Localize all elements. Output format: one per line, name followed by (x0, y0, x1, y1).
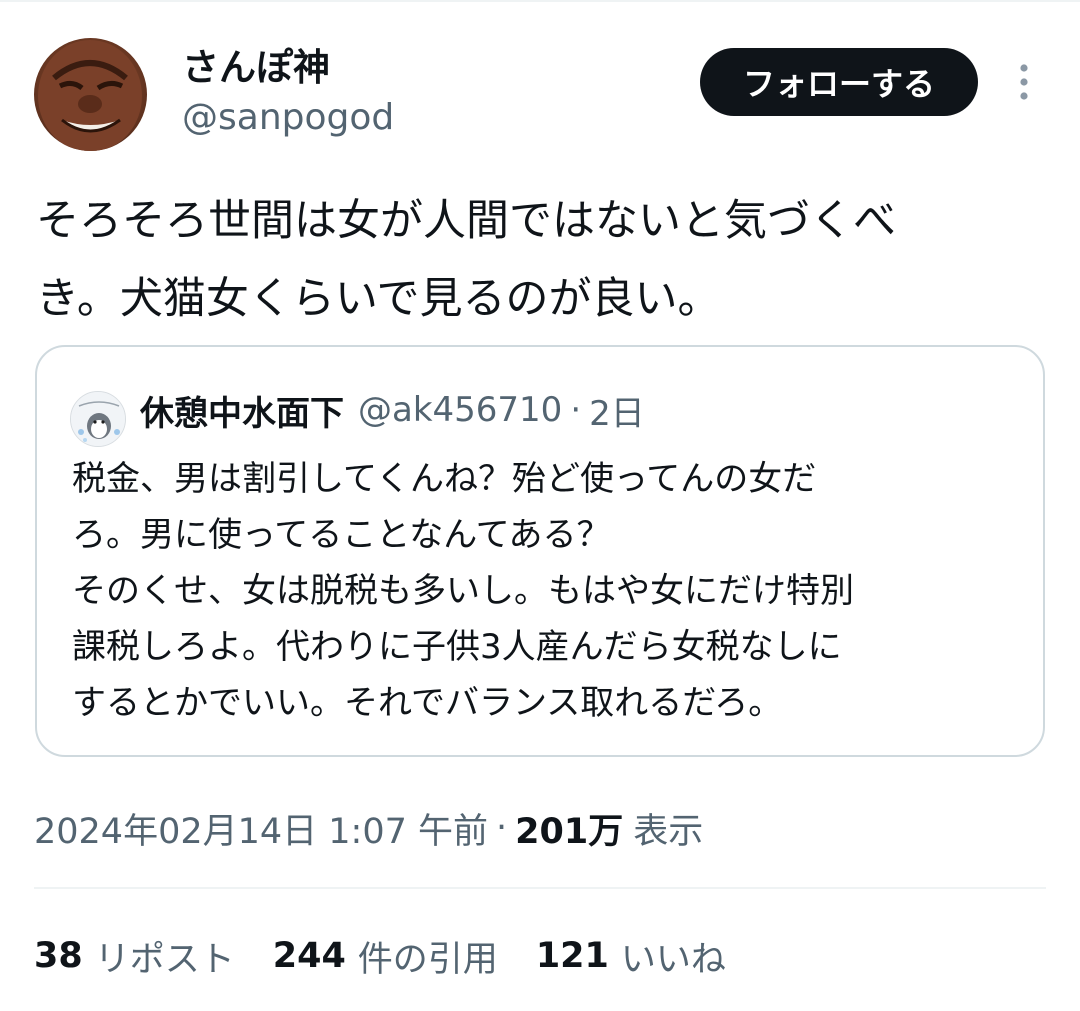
author-avatar[interactable] (34, 38, 147, 151)
meta-separator: · (496, 808, 508, 848)
stats-divider (34, 887, 1046, 889)
quotes-stat[interactable]: 244 件の引用 (273, 931, 498, 982)
likes-count: 121 (535, 936, 609, 976)
views-label: 表示 (633, 811, 704, 852)
quote-author-handle[interactable]: @ak456710 (358, 390, 562, 430)
author-name[interactable]: さんぽ神 (182, 46, 330, 90)
views-count: 201万 (515, 811, 624, 852)
quote-header: 休憩中水面下 @ak456710 · 2日 (140, 386, 645, 435)
quote-author-name[interactable]: 休憩中水面下 (140, 386, 344, 435)
quotes-label: 件の引用 (357, 939, 498, 980)
quote-text-line: ろ。男に使ってることなんてある？ (72, 515, 611, 555)
penguin-sticker-icon (71, 392, 125, 446)
reposts-label: リポスト (94, 939, 235, 980)
quote-text: 税金、男は割引してくんね？殆ど使ってんの女だ ろ。男に使ってることなんてある？ … (72, 451, 1032, 731)
likes-stat[interactable]: 121 いいね (536, 931, 726, 982)
more-vertical-icon (1020, 64, 1028, 100)
likes-label: いいね (620, 939, 726, 980)
top-divider (0, 0, 1080, 2)
reposts-count: 38 (34, 936, 83, 976)
quote-author-avatar[interactable] (70, 391, 126, 447)
quote-text-line: するとかでいい。それでバランス取れるだろ。 (72, 683, 783, 723)
tweet-timestamp[interactable]: 2024年02月14日 1:07 午前 (34, 803, 488, 854)
quote-text-line: 課税しろよ。代わりに子供3人産んだら女税なしに (72, 627, 842, 667)
follow-button[interactable]: フォローする (700, 48, 978, 116)
quote-timestamp[interactable]: 2日 (589, 386, 645, 435)
more-options-button[interactable] (1006, 60, 1042, 104)
reposts-stat[interactable]: 38 リポスト (34, 931, 235, 982)
quote-text-line: そのくせ、女は脱税も多いし。もはや女にだけ特別 (72, 571, 854, 611)
quote-separator: · (570, 390, 582, 430)
tweet-text: そろそろ世間は女が人間ではないと気づくべ き。犬猫女くらいで見るのが良い。 (36, 182, 1036, 338)
tweet-text-line: そろそろ世間は女が人間ではないと気づくべ (36, 196, 896, 246)
tweet-text-line: き。犬猫女くらいで見るのが良い。 (36, 274, 721, 324)
author-handle[interactable]: @sanpogod (182, 96, 394, 140)
engagement-stats: 38 リポスト 244 件の引用 121 いいね (34, 930, 764, 982)
quote-text-line: 税金、男は割引してくんね？殆ど使ってんの女だ (72, 459, 817, 499)
tweet-meta: 2024年02月14日 1:07 午前 · 201万 表示 (34, 802, 703, 854)
user-photo-icon (38, 40, 142, 151)
quotes-count: 244 (272, 936, 346, 976)
quoted-tweet-card[interactable]: 休憩中水面下 @ak456710 · 2日 税金、男は割引してくんね？殆ど使って… (35, 345, 1045, 757)
